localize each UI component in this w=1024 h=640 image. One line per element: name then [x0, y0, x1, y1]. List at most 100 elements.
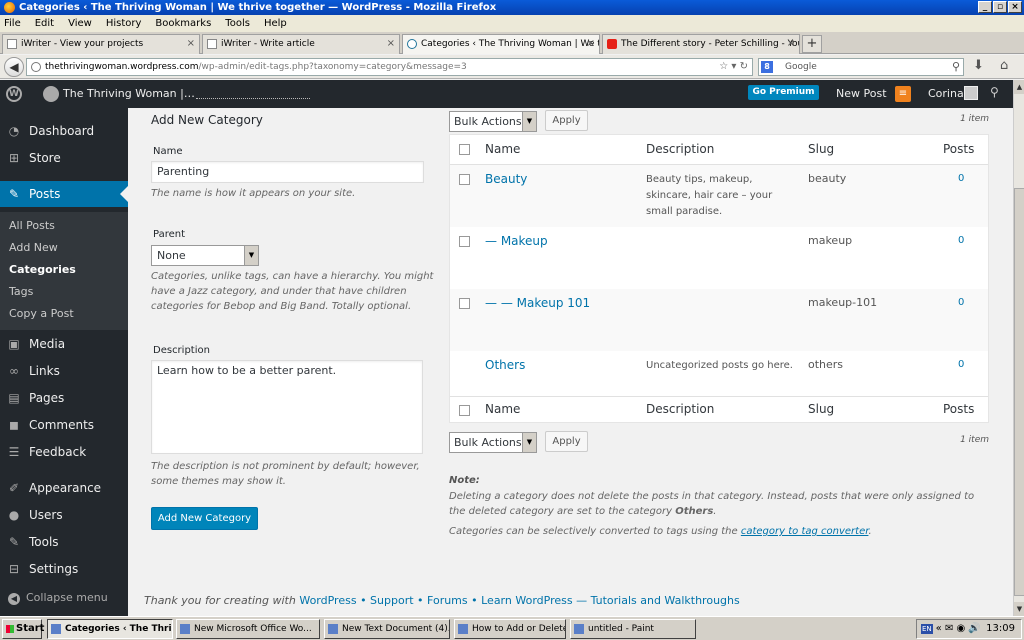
menu-history[interactable]: History — [106, 18, 142, 29]
apply-button-top[interactable]: Apply — [545, 110, 588, 131]
scroll-down-icon[interactable]: ▼ — [1014, 602, 1024, 616]
submenu-categories[interactable]: Categories — [9, 263, 76, 276]
row-checkbox[interactable] — [459, 174, 470, 185]
sidebar-item-pages[interactable]: ▤ Pages — [0, 385, 128, 411]
wordpress-logo-icon[interactable]: W — [6, 86, 22, 102]
tab-iwriter-write[interactable]: iWriter - Write article × — [202, 34, 400, 54]
tab-close-icon[interactable]: × — [387, 35, 395, 53]
language-indicator[interactable]: EN — [921, 624, 933, 634]
start-button[interactable]: Start — [2, 619, 44, 639]
tab-categories[interactable]: Categories ‹ The Thriving Woman | We t..… — [402, 34, 600, 54]
sidebar-item-appearance[interactable]: ✐ Appearance — [0, 475, 128, 501]
col-slug[interactable]: Slug — [808, 142, 834, 156]
submenu-copy-post[interactable]: Copy a Post — [9, 307, 74, 320]
menu-edit[interactable]: Edit — [35, 18, 54, 29]
clock: 13:09 — [986, 623, 1015, 634]
category-name-link[interactable]: — — Makeup 101 — [485, 296, 590, 310]
tab-iwriter-projects[interactable]: iWriter - View your projects × — [2, 34, 200, 54]
col-slug-footer[interactable]: Slug — [808, 402, 834, 416]
back-button[interactable]: ◀ — [4, 57, 24, 77]
bookmark-star-icon[interactable]: ☆ ▾ ↻ — [719, 59, 748, 75]
menu-file[interactable]: File — [4, 18, 21, 29]
avatar[interactable] — [964, 86, 978, 100]
row-checkbox[interactable] — [459, 298, 470, 309]
site-globe-icon[interactable] — [43, 86, 59, 102]
task-word[interactable]: New Microsoft Office Wo... — [176, 619, 320, 639]
task-firefox[interactable]: Categories ‹ The Thri... — [47, 619, 173, 639]
site-name[interactable]: The Thriving Woman |… — [63, 87, 195, 100]
category-posts-count[interactable]: 0 — [958, 297, 964, 308]
close-button[interactable]: × — [1008, 1, 1022, 13]
tab-close-icon[interactable]: × — [187, 35, 195, 53]
col-posts[interactable]: Posts — [943, 142, 974, 156]
col-description-footer[interactable]: Description — [646, 402, 714, 416]
parent-select[interactable]: None ▼ — [151, 245, 259, 266]
collapse-menu-button[interactable]: ◀ Collapse menu — [8, 591, 108, 605]
task-notepad[interactable]: New Text Document (4).... — [324, 619, 450, 639]
sidebar-item-links[interactable]: ∞ Links — [0, 358, 128, 384]
user-name[interactable]: Corina — [928, 87, 964, 100]
url-bar[interactable]: thethrivingwoman.wordpress.com/wp-admin/… — [26, 58, 753, 76]
sidebar-item-feedback[interactable]: ☰ Feedback — [0, 439, 128, 465]
sidebar-item-comments[interactable]: ◼ Comments — [0, 412, 128, 438]
search-icon[interactable]: ⚲ — [990, 85, 999, 99]
row-checkbox[interactable] — [459, 236, 470, 247]
go-premium-button[interactable]: Go Premium — [748, 85, 819, 100]
menu-bookmarks[interactable]: Bookmarks — [155, 18, 211, 29]
apply-button-bottom[interactable]: Apply — [545, 431, 588, 452]
description-textarea[interactable]: Learn how to be a better parent. — [151, 360, 423, 454]
category-posts-count[interactable]: 0 — [958, 235, 964, 246]
download-icon[interactable]: ⬇ — [973, 58, 984, 73]
select-all-checkbox[interactable] — [459, 144, 470, 155]
submenu-all-posts[interactable]: All Posts — [9, 219, 55, 232]
tab-youtube[interactable]: The Different story - Peter Schilling - … — [602, 34, 800, 54]
tray-icons[interactable]: « ✉ ◉ 🔊 — [936, 623, 981, 634]
col-posts-footer[interactable]: Posts — [943, 402, 974, 416]
notifications-icon[interactable]: ≡ — [895, 86, 911, 102]
menu-tools[interactable]: Tools — [225, 18, 250, 29]
search-icon[interactable]: ⚲ — [952, 59, 960, 75]
tab-close-icon[interactable]: × — [787, 35, 795, 53]
minimize-button[interactable]: _ — [978, 1, 992, 13]
sidebar-item-posts[interactable]: ✎ Posts — [0, 181, 128, 207]
submenu-add-new[interactable]: Add New — [9, 241, 58, 254]
category-name-link[interactable]: — Makeup — [485, 234, 548, 248]
sidebar-item-media[interactable]: ▣ Media — [0, 331, 128, 357]
category-posts-count[interactable]: 0 — [958, 359, 964, 370]
sidebar-item-tools[interactable]: ✎ Tools — [0, 529, 128, 555]
menu-bar: File Edit View History Bookmarks Tools H… — [0, 15, 1024, 32]
maximize-button[interactable]: ▫ — [993, 1, 1007, 13]
category-to-tag-converter-link[interactable]: category to tag converter — [741, 526, 869, 537]
new-post-link[interactable]: New Post — [836, 87, 887, 100]
sidebar-item-dashboard[interactable]: ◔ Dashboard — [0, 118, 128, 144]
task-document[interactable]: How to Add or Delete Ca... — [454, 619, 566, 639]
menu-help[interactable]: Help — [264, 18, 287, 29]
footer-links[interactable]: • Support • Forums • Learn WordPress — T… — [357, 594, 740, 607]
sidebar-item-users[interactable]: ● Users — [0, 502, 128, 528]
col-description[interactable]: Description — [646, 142, 714, 156]
col-name[interactable]: Name — [485, 142, 520, 156]
category-slug: others — [808, 358, 844, 371]
task-paint[interactable]: untitled - Paint — [570, 619, 696, 639]
name-input[interactable]: Parenting — [151, 161, 424, 183]
page-scrollbar[interactable]: ▲ ▼ — [1013, 80, 1024, 616]
wordpress-link[interactable]: WordPress — [299, 594, 356, 607]
tab-close-icon[interactable]: × — [587, 35, 595, 53]
menu-view[interactable]: View — [68, 18, 92, 29]
category-name-link[interactable]: Others — [485, 358, 525, 372]
submenu-tags[interactable]: Tags — [9, 285, 33, 298]
scrollbar-thumb[interactable] — [1014, 188, 1024, 596]
select-all-checkbox-bottom[interactable] — [459, 405, 470, 416]
sidebar-item-store[interactable]: ⊞ Store — [0, 145, 128, 171]
add-new-category-button[interactable]: Add New Category — [151, 507, 258, 530]
scroll-up-icon[interactable]: ▲ — [1014, 80, 1024, 94]
sidebar-item-settings[interactable]: ⊟ Settings — [0, 556, 128, 582]
col-name-footer[interactable]: Name — [485, 402, 520, 416]
category-name-link[interactable]: Beauty — [485, 172, 527, 186]
new-tab-button[interactable]: + — [802, 35, 822, 53]
bulk-actions-select-bottom[interactable]: Bulk Actions ▼ — [449, 432, 537, 453]
category-posts-count[interactable]: 0 — [958, 173, 964, 184]
home-icon[interactable]: ⌂ — [1000, 58, 1008, 73]
search-input[interactable]: 8 Google ⚲ — [758, 58, 964, 76]
bulk-actions-select-top[interactable]: Bulk Actions ▼ — [449, 111, 537, 132]
